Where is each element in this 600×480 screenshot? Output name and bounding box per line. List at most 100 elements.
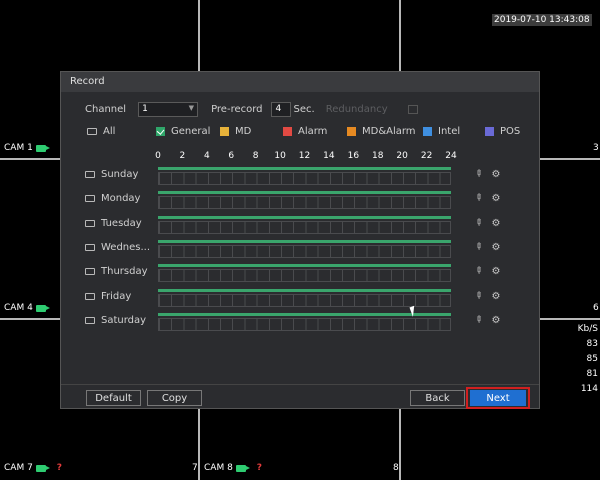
legend-label: POS xyxy=(500,126,521,137)
pencil-icon[interactable]: ✎ xyxy=(471,241,484,254)
tile-number: 8 xyxy=(393,463,399,473)
day-checkbox[interactable]: Thursday xyxy=(85,266,148,277)
pencil-icon[interactable]: ✎ xyxy=(471,289,484,302)
day-label: Sunday xyxy=(101,169,139,180)
cam-label-4[interactable]: CAM 4 xyxy=(4,303,50,313)
dialog-title: Record xyxy=(61,72,539,92)
checked-swatch-icon xyxy=(156,127,165,136)
gear-icon[interactable]: ⚙ xyxy=(492,291,501,302)
legend-md-alarm[interactable]: MD&Alarm xyxy=(347,126,416,137)
hour-grid[interactable] xyxy=(158,172,451,185)
gear-icon[interactable]: ⚙ xyxy=(492,315,501,326)
hour-grid[interactable] xyxy=(158,220,451,234)
hour-grid[interactable] xyxy=(158,317,451,331)
row-tools: ✎ ⚙ xyxy=(471,168,501,181)
general-record-bar xyxy=(158,215,451,219)
timeline-track[interactable] xyxy=(158,312,451,331)
hour-grid[interactable] xyxy=(158,269,451,283)
prerecord-unit: Sec. xyxy=(293,104,315,115)
schedule-row: Wednes... ✎ ⚙ xyxy=(85,239,525,258)
timeline-track[interactable] xyxy=(158,167,451,185)
checkbox-icon xyxy=(85,243,95,251)
gear-icon[interactable]: ⚙ xyxy=(492,169,501,180)
timeline-track[interactable] xyxy=(158,191,451,210)
day-checkbox[interactable]: Tuesday xyxy=(85,218,142,229)
color-swatch xyxy=(347,127,356,136)
back-button[interactable]: Back xyxy=(410,390,465,406)
general-record-bar xyxy=(158,288,451,292)
gear-icon[interactable]: ⚙ xyxy=(492,218,501,229)
hour-grid[interactable] xyxy=(158,293,451,307)
hour-tick-label: 12 xyxy=(298,151,311,161)
legend-general[interactable]: General xyxy=(156,126,210,137)
timeline-track[interactable] xyxy=(158,264,451,283)
timeline-track[interactable] xyxy=(158,215,451,234)
day-label: Saturday xyxy=(101,314,147,326)
hour-tick-label: 24 xyxy=(445,151,457,161)
day-checkbox[interactable]: Sunday xyxy=(85,169,138,180)
general-record-bar xyxy=(158,191,451,195)
pencil-icon[interactable]: ✎ xyxy=(471,217,484,230)
channel-value: 1 xyxy=(142,104,148,114)
day-checkbox[interactable]: Friday xyxy=(85,291,131,302)
schedule-row: Monday ✎ ⚙ xyxy=(85,191,525,210)
hour-tick-label: 6 xyxy=(228,151,235,161)
checkbox-icon xyxy=(85,219,95,227)
hour-scale: 0 2 4 6 8 10 12 14 16 18 20 22 24 xyxy=(155,151,457,163)
pencil-icon[interactable]: ✎ xyxy=(471,168,484,181)
redundancy-checkbox xyxy=(407,105,418,114)
prerecord-label: Pre-record xyxy=(211,104,263,115)
throughput-readout: Kb/S 83 85 81 114 xyxy=(578,322,598,397)
gear-icon[interactable]: ⚙ xyxy=(492,266,501,277)
day-checkbox[interactable]: Wednes... xyxy=(85,242,150,253)
schedule-row: Tuesday ✎ ⚙ xyxy=(85,215,525,234)
legend-md[interactable]: MD xyxy=(220,126,251,137)
cam-label-1[interactable]: CAM 1 xyxy=(4,143,50,153)
row-tools: ✎ ⚙ xyxy=(471,289,501,302)
day-checkbox[interactable]: Saturday xyxy=(85,315,146,326)
legend-all[interactable]: All xyxy=(87,126,115,137)
tile-number: 3 xyxy=(593,143,599,153)
throughput-value: 81 xyxy=(586,369,598,379)
pencil-icon[interactable]: ✎ xyxy=(471,314,484,327)
pencil-icon[interactable]: ✎ xyxy=(471,265,484,278)
legend-intel[interactable]: Intel xyxy=(423,126,460,137)
legend-alarm[interactable]: Alarm xyxy=(283,126,327,137)
checkbox-icon xyxy=(87,128,97,135)
day-label: Thursday xyxy=(101,266,148,278)
cam-label-7[interactable]: CAM 7 ? xyxy=(4,463,62,473)
tile-number: 6 xyxy=(593,303,599,313)
hour-tick-label: 4 xyxy=(203,151,210,161)
day-checkbox[interactable]: Monday xyxy=(85,193,140,204)
checkbox-icon xyxy=(85,316,95,324)
copy-button[interactable]: Copy xyxy=(147,390,202,406)
next-button[interactable]: Next xyxy=(470,390,526,406)
row-tools: ✎ ⚙ xyxy=(471,314,501,327)
throughput-value: 83 xyxy=(586,339,598,349)
legend-label: Alarm xyxy=(298,126,328,137)
schedule-row: Friday ✎ ⚙ xyxy=(85,288,525,307)
camera-icon xyxy=(235,464,250,472)
hour-grid[interactable] xyxy=(158,196,451,210)
channel-select[interactable]: 1 ▼ xyxy=(138,102,199,117)
throughput-value: 114 xyxy=(580,384,598,394)
camera-icon xyxy=(35,144,50,152)
prerecord-input[interactable]: 4 xyxy=(270,102,291,117)
legend-pos[interactable]: POS xyxy=(485,126,520,137)
timeline-track[interactable] xyxy=(158,288,451,307)
throughput-value: 85 xyxy=(586,354,598,364)
pencil-icon[interactable]: ✎ xyxy=(471,192,484,205)
row-tools: ✎ ⚙ xyxy=(471,265,501,278)
camera-icon xyxy=(35,304,50,312)
hour-grid[interactable] xyxy=(158,244,451,258)
gear-icon[interactable]: ⚙ xyxy=(492,193,501,204)
general-record-bar xyxy=(158,312,451,316)
cam-name: CAM 4 xyxy=(4,303,33,313)
gear-icon[interactable]: ⚙ xyxy=(492,242,501,253)
timeline-track[interactable] xyxy=(158,239,451,258)
default-button[interactable]: Default xyxy=(86,390,141,406)
schedule-row: Saturday ✎ ⚙ xyxy=(85,312,525,331)
chevron-down-icon: ▼ xyxy=(188,104,195,112)
cam-label-8[interactable]: CAM 8 ? xyxy=(204,463,262,473)
warning-icon: ? xyxy=(56,463,63,473)
